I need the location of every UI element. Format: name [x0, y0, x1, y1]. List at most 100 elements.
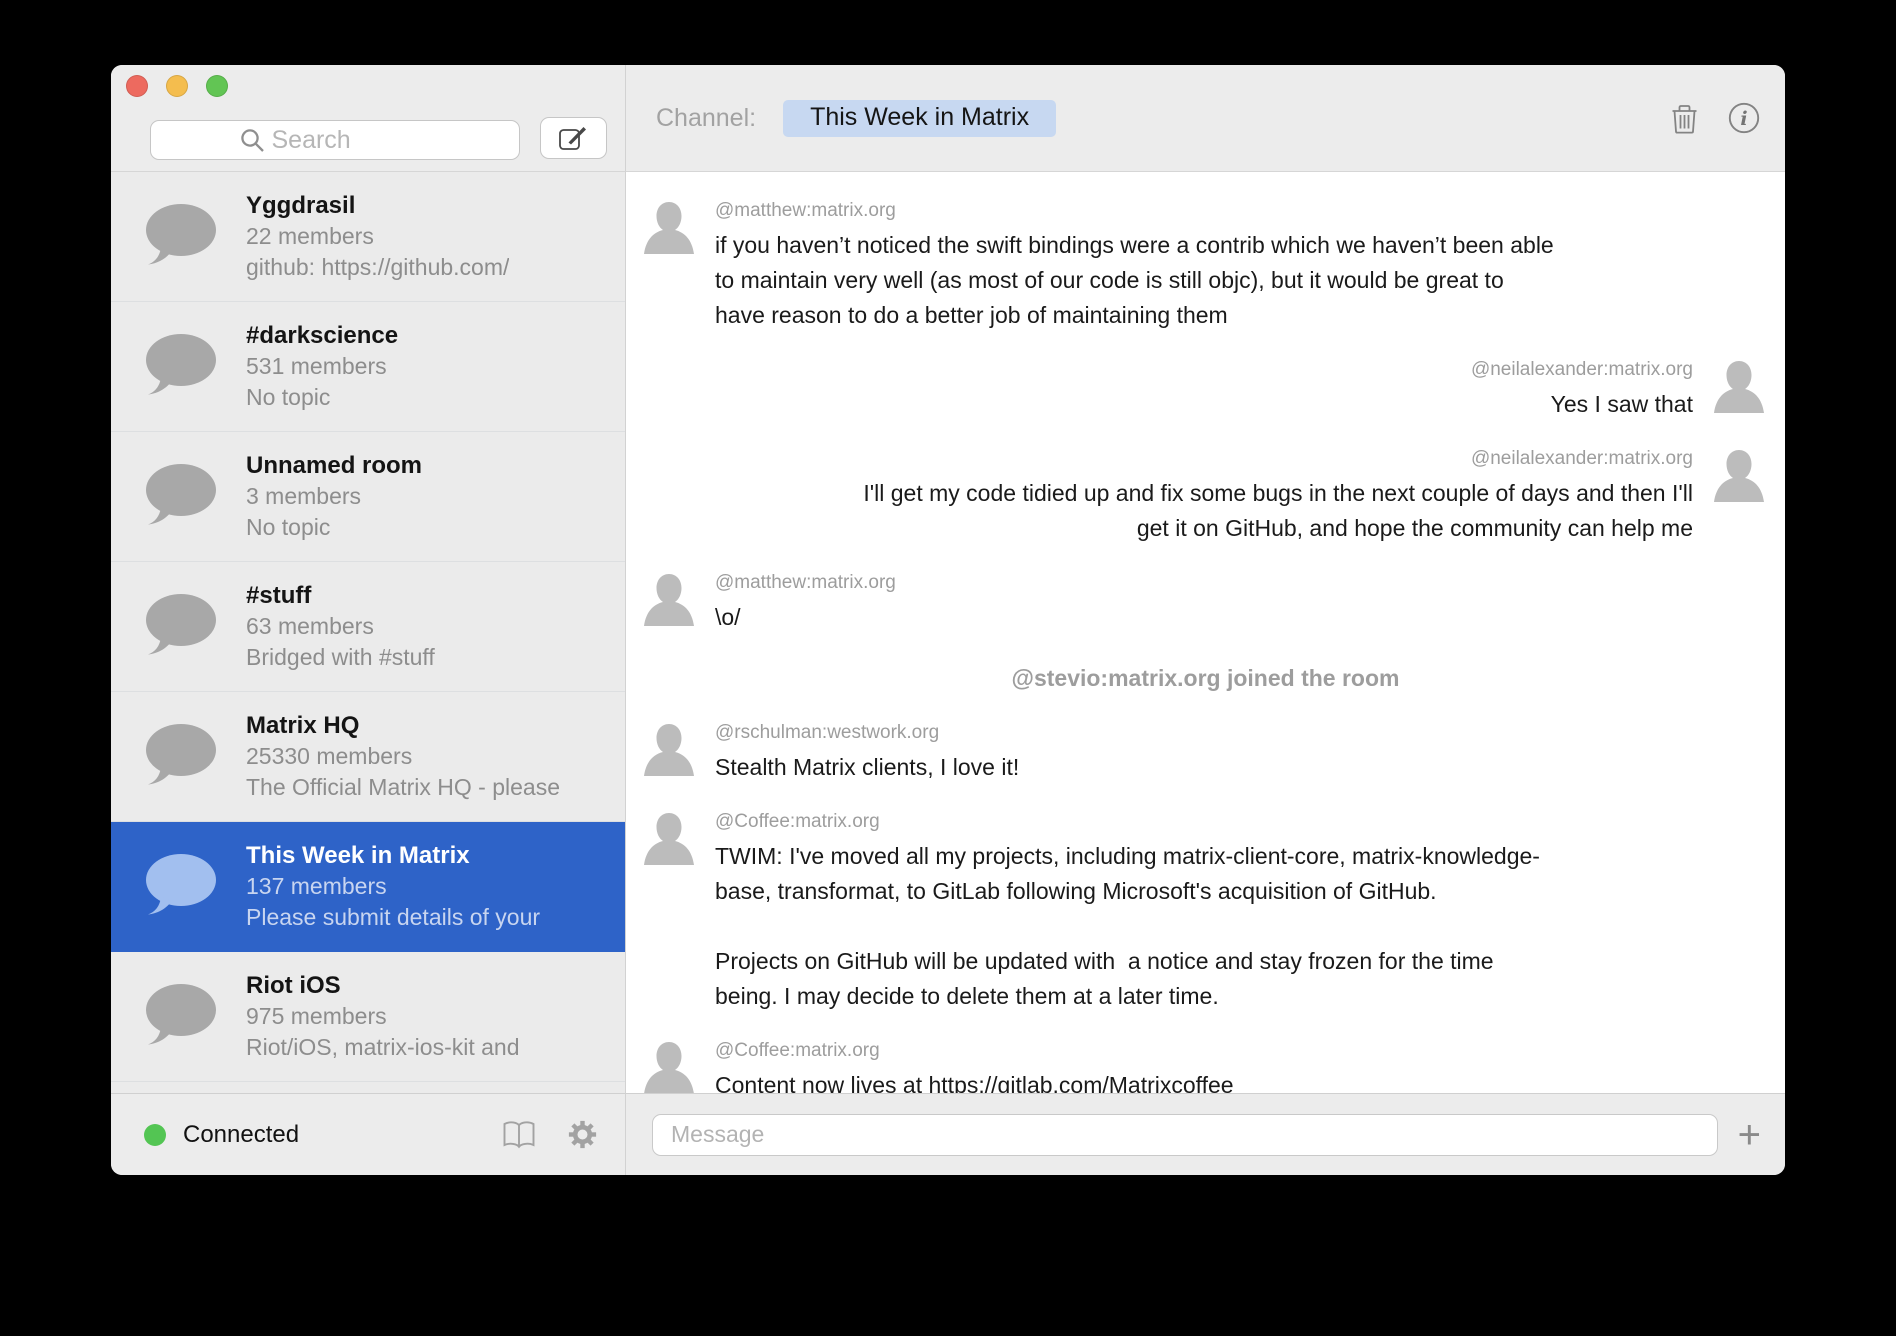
message-input[interactable]: [652, 1114, 1718, 1156]
room-member-count: 137 members: [246, 871, 540, 902]
message-line: being. I may decide to delete them at a …: [715, 979, 1540, 1014]
minimize-window-button[interactable]: [166, 75, 188, 97]
delete-room-button[interactable]: [1671, 103, 1698, 134]
room-avatar-bubble-icon: [144, 853, 218, 920]
room-member-count: 3 members: [246, 481, 422, 512]
room-info-button[interactable]: i: [1728, 102, 1760, 134]
room-topic: Riot/iOS, matrix-ios-kit and: [246, 1032, 520, 1063]
room-member-count: 22 members: [246, 221, 509, 252]
room-text: Yggdrasil22 membersgithub: https://githu…: [246, 190, 509, 283]
message-line: I'll get my code tidied up and fix some …: [863, 476, 1693, 511]
room-list-item[interactable]: Riot iOS975 membersRiot/iOS, matrix-ios-…: [111, 952, 625, 1082]
user-avatar-icon: [643, 811, 695, 870]
book-icon: [502, 1120, 536, 1149]
settings-button[interactable]: [566, 1118, 599, 1151]
room-list-item[interactable]: #darkscience531 membersNo topic: [111, 302, 625, 432]
room-name: Unnamed room: [246, 450, 422, 481]
message-timeline: @matthew:matrix.org if you haven’t notice…: [626, 172, 1785, 1093]
message-sender: @neilalexander:matrix.org: [863, 448, 1693, 470]
room-text: Unnamed room3 membersNo topic: [246, 450, 422, 543]
attach-plus-button[interactable]: +: [1738, 1115, 1761, 1155]
room-topic: The Official Matrix HQ - please: [246, 772, 560, 803]
message-content: @matthew:matrix.org\o/: [715, 572, 896, 635]
room-name: #darkscience: [246, 320, 398, 351]
svg-text:i: i: [1740, 108, 1747, 130]
room-text: Riot iOS975 membersRiot/iOS, matrix-ios-…: [246, 970, 520, 1063]
room-text: Matrix HQ25330 membersThe Official Matri…: [246, 710, 560, 803]
room-avatar-bubble-icon: [144, 983, 218, 1050]
room-topic: No topic: [246, 512, 422, 543]
message-line: Projects on GitHub will be updated with …: [715, 944, 1540, 979]
sidebar-header: [111, 65, 626, 172]
room-text: #stuff63 membersBridged with #stuff: [246, 580, 435, 673]
message-content: @neilalexander:matrix.org Yes I saw that: [1471, 359, 1693, 422]
message-line: base, transformat, to GitLab following M…: [715, 874, 1540, 909]
room-text: This Week in Matrix137 membersPlease sub…: [246, 840, 540, 933]
room-name: This Week in Matrix: [246, 840, 540, 871]
gear-icon: [566, 1118, 599, 1151]
room-name: Riot iOS: [246, 970, 520, 1001]
message-sender: @Coffee:matrix.org: [715, 1040, 1234, 1062]
window-controls: [126, 75, 228, 97]
room-topic: github: https://github.com/: [246, 252, 509, 283]
room-list-item[interactable]: #stuff63 membersBridged with #stuff: [111, 562, 625, 692]
info-icon: i: [1728, 102, 1760, 134]
close-window-button[interactable]: [126, 75, 148, 97]
chat-header: Channel: This Week in Matrix i: [626, 65, 1785, 172]
room-name: Yggdrasil: [246, 190, 509, 221]
message-line: have reason to do a better job of mainta…: [715, 298, 1554, 333]
message-content: @rschulman:westwork.orgStealth Matrix cl…: [715, 722, 1019, 785]
room-member-count: 25330 members: [246, 741, 560, 772]
room-avatar-bubble-icon: [144, 593, 218, 660]
room-list-item[interactable]: Unnamed room3 membersNo topic: [111, 432, 625, 562]
channel-label: Channel:: [656, 104, 756, 133]
composer: +: [626, 1093, 1785, 1175]
room-topic: No topic: [246, 382, 398, 413]
channel-name-token[interactable]: This Week in Matrix: [783, 100, 1056, 137]
message-line: \o/: [715, 600, 896, 635]
message-content: @Coffee:matrix.orgContent now lives at h…: [715, 1040, 1234, 1093]
sidebar-footer: Connected: [111, 1093, 626, 1175]
room-avatar-bubble-icon: [144, 463, 218, 530]
room-list-item[interactable]: This Week in Matrix137 membersPlease sub…: [111, 822, 625, 952]
message-content: @neilalexander:matrix.org I'll get my cod…: [863, 448, 1693, 546]
compose-button[interactable]: [540, 117, 607, 159]
message-sender: @neilalexander:matrix.org: [1471, 359, 1693, 381]
message-content: @matthew:matrix.org if you haven’t notice…: [715, 200, 1554, 333]
search-icon: [239, 127, 266, 154]
compose-icon: [558, 124, 589, 153]
chat-message: @matthew:matrix.org if you haven’t notice…: [626, 200, 1785, 333]
room-list-item[interactable]: Yggdrasil22 membersgithub: https://githu…: [111, 172, 625, 302]
room-avatar-bubble-icon: [144, 333, 218, 400]
user-avatar-icon: [643, 200, 695, 259]
user-avatar-icon: [643, 722, 695, 781]
message-line: to maintain very well (as most of our co…: [715, 263, 1554, 298]
message-sender: @rschulman:westwork.org: [715, 722, 1019, 744]
chat-message: @neilalexander:matrix.org Yes I saw that: [626, 359, 1785, 422]
chat-message: @matthew:matrix.org\o/: [626, 572, 1785, 635]
room-member-count: 531 members: [246, 351, 398, 382]
chat-message: @rschulman:westwork.orgStealth Matrix cl…: [626, 722, 1785, 785]
message-sender: @matthew:matrix.org: [715, 200, 1554, 222]
app-window: Channel: This Week in Matrix i Yggdrasil…: [111, 65, 1785, 1175]
room-name: Matrix HQ: [246, 710, 560, 741]
room-list-item[interactable]: Matrix HQ25330 membersThe Official Matri…: [111, 692, 625, 822]
connection-status-label: Connected: [183, 1121, 299, 1149]
chat-message: @Coffee:matrix.orgContent now lives at h…: [626, 1040, 1785, 1093]
directory-button[interactable]: [502, 1120, 536, 1149]
message-sender: @Coffee:matrix.org: [715, 811, 1540, 833]
search-input-container[interactable]: [150, 120, 520, 160]
message-line: Yes I saw that: [1471, 387, 1693, 422]
user-avatar-icon: [643, 572, 695, 631]
room-avatar-bubble-icon: [144, 723, 218, 790]
message-line: TWIM: I've moved all my projects, includ…: [715, 839, 1540, 874]
room-member-count: 975 members: [246, 1001, 520, 1032]
search-input[interactable]: [272, 126, 432, 155]
user-avatar-icon: [1713, 448, 1765, 507]
chat-message: @Coffee:matrix.org TWIM: I've moved all m…: [626, 811, 1785, 1014]
room-avatar-bubble-icon: [144, 203, 218, 270]
message-line: if you haven’t noticed the swift binding…: [715, 228, 1554, 263]
system-message: @stevio:matrix.org joined the room: [626, 661, 1785, 696]
zoom-window-button[interactable]: [206, 75, 228, 97]
user-avatar-icon: [1713, 359, 1765, 418]
